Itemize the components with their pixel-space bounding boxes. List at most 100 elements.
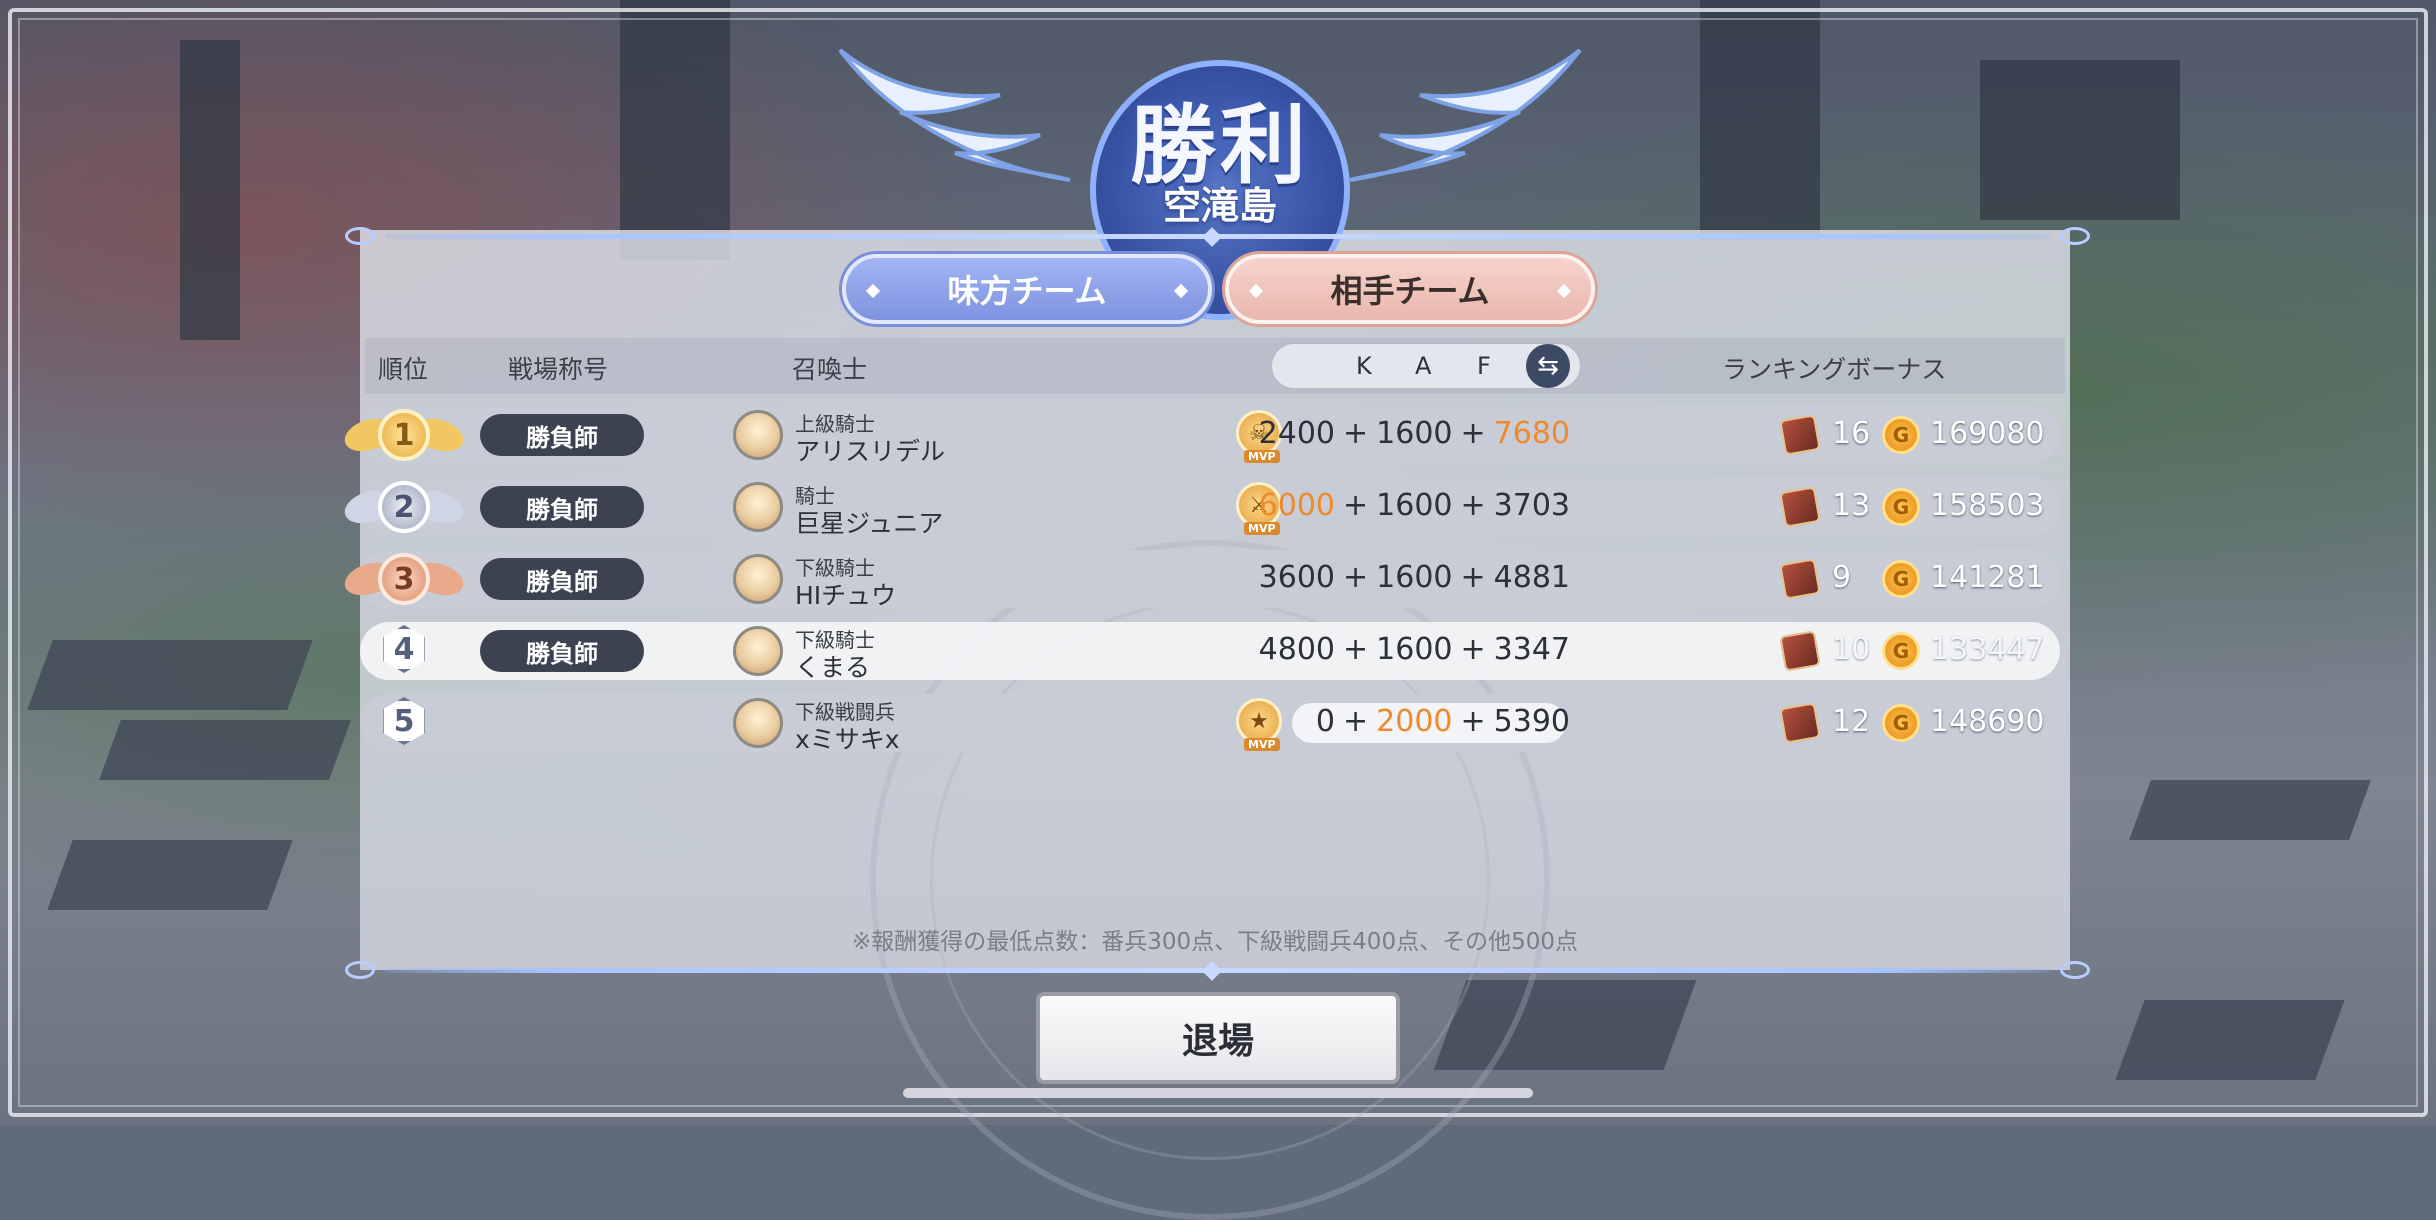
score-f: 3703 — [1493, 488, 1570, 523]
background-pillar — [620, 0, 730, 260]
chest-count: 9 — [1832, 560, 1852, 595]
rank-badge: 3 — [378, 553, 430, 605]
kaf-score: 0 +2000 +5390 — [1316, 704, 1570, 739]
score-a: 1600 — [1376, 416, 1453, 451]
tab-enemy-label: 相手チーム — [1330, 272, 1490, 310]
treasure-chest-icon — [1779, 558, 1821, 600]
background-pillar — [1980, 60, 2180, 220]
score-f: 3347 — [1493, 632, 1570, 667]
floor-tile — [2129, 780, 2371, 840]
score-f: 4881 — [1493, 560, 1570, 595]
floor-tile — [27, 640, 313, 710]
header-rank: 順位 — [378, 355, 429, 384]
battle-title-badge: 勝負師 — [480, 558, 644, 600]
plus-sign: + — [1343, 632, 1369, 667]
tab-pip — [1556, 283, 1572, 299]
plus-sign: + — [1460, 704, 1486, 739]
treasure-chest-icon — [1779, 486, 1821, 528]
header-f: F — [1477, 352, 1491, 380]
score-k: 4800 — [1258, 632, 1335, 667]
kaf-score: 3600 +1600 +4881 — [1259, 560, 1570, 595]
background-pillar — [180, 40, 240, 340]
gold-amount: 133447 — [1930, 632, 2045, 667]
score-f: 7680 — [1493, 416, 1570, 451]
top-divider — [345, 226, 2090, 247]
gold-coin-icon: G — [1882, 488, 1920, 526]
score-k: 3600 — [1258, 560, 1335, 595]
header-summoner: 召喚士 — [792, 355, 868, 384]
chest-count: 16 — [1832, 416, 1871, 451]
gold-coin-icon: G — [1882, 632, 1920, 670]
tab-pip — [1248, 283, 1264, 299]
gold-coin-icon: G — [1882, 416, 1920, 454]
chest-count: 13 — [1832, 488, 1871, 523]
plus-sign: + — [1343, 560, 1369, 595]
tab-ally-label: 味方チーム — [947, 272, 1107, 310]
kaf-score: 2400 +1600 +7680 — [1259, 416, 1570, 451]
gold-amount: 148690 — [1930, 704, 2045, 739]
summoner-name[interactable]: HIチュウ — [795, 576, 896, 612]
home-indicator — [903, 1088, 1533, 1098]
chest-count: 12 — [1832, 704, 1871, 739]
floor-tile — [47, 840, 293, 910]
chest-count: 10 — [1832, 632, 1871, 667]
tab-pip — [865, 283, 881, 299]
gold-coin-icon: G — [1882, 560, 1920, 598]
score-a: 2000 — [1376, 704, 1453, 739]
plus-sign: + — [1343, 704, 1369, 739]
floor-tile — [99, 720, 351, 780]
rank-badge: 1 — [378, 409, 430, 461]
tab-pip — [1173, 283, 1189, 299]
battle-title-badge: 勝負師 — [480, 414, 644, 456]
rank-badge: 2 — [378, 481, 430, 533]
summoner-name[interactable]: xミサキx — [795, 720, 900, 756]
battle-title-badge: 勝負師 — [480, 486, 644, 528]
score-k: 2400 — [1258, 416, 1335, 451]
score-k: 6000 — [1258, 488, 1335, 523]
summoner-avatar[interactable] — [733, 554, 783, 604]
treasure-chest-icon — [1779, 630, 1821, 672]
score-a: 1600 — [1376, 488, 1453, 523]
score-a: 1600 — [1376, 560, 1453, 595]
summoner-avatar[interactable] — [733, 698, 783, 748]
bottom-divider — [345, 960, 2090, 981]
plus-sign: + — [1460, 632, 1486, 667]
summoner-avatar[interactable] — [733, 626, 783, 676]
gold-amount: 158503 — [1930, 488, 2045, 523]
summoner-name[interactable]: アリスリデル — [795, 432, 945, 468]
gold-amount: 141281 — [1930, 560, 2045, 595]
mvp-label: MVP — [1244, 450, 1280, 463]
mvp-label: MVP — [1244, 522, 1280, 535]
exit-button[interactable]: 退場 — [1036, 992, 1400, 1084]
header-a: A — [1415, 352, 1432, 380]
treasure-chest-icon — [1779, 414, 1821, 456]
summoner-name[interactable]: くまる — [795, 648, 870, 684]
treasure-chest-icon — [1779, 702, 1821, 744]
gold-amount: 169080 — [1930, 416, 2045, 451]
kaf-score: 4800 +1600 +3347 — [1259, 632, 1570, 667]
plus-sign: + — [1460, 416, 1486, 451]
score-a: 1600 — [1376, 632, 1453, 667]
summoner-avatar[interactable] — [733, 410, 783, 460]
floor-tile — [2115, 1000, 2345, 1080]
plus-sign: + — [1343, 488, 1369, 523]
header-ranking-bonus: ランキングボーナス — [1722, 355, 1947, 384]
mvp-label: MVP — [1244, 738, 1280, 751]
plus-sign: + — [1460, 488, 1486, 523]
score-k: 0 — [1315, 704, 1335, 739]
swap-icon[interactable]: ⇆ — [1526, 344, 1570, 388]
tab-ally-team[interactable]: 味方チーム — [842, 254, 1212, 324]
summoner-name[interactable]: 巨星ジュニア — [795, 504, 943, 540]
header-battle-title: 戦場称号 — [508, 355, 609, 384]
summoner-avatar[interactable] — [733, 482, 783, 532]
score-f: 5390 — [1493, 704, 1570, 739]
kaf-score: 6000 +1600 +3703 — [1259, 488, 1570, 523]
plus-sign: + — [1460, 560, 1486, 595]
map-name: 空滝島 — [1162, 184, 1277, 228]
header-k: K — [1356, 352, 1372, 380]
plus-sign: + — [1343, 416, 1369, 451]
reward-note: ※報酬獲得の最低点数：番兵300点、下級戦闘兵400点、その他500点 — [852, 929, 1578, 955]
tab-enemy-team[interactable]: 相手チーム — [1225, 254, 1595, 324]
gold-coin-icon: G — [1882, 704, 1920, 742]
battle-title-badge: 勝負師 — [480, 630, 644, 672]
